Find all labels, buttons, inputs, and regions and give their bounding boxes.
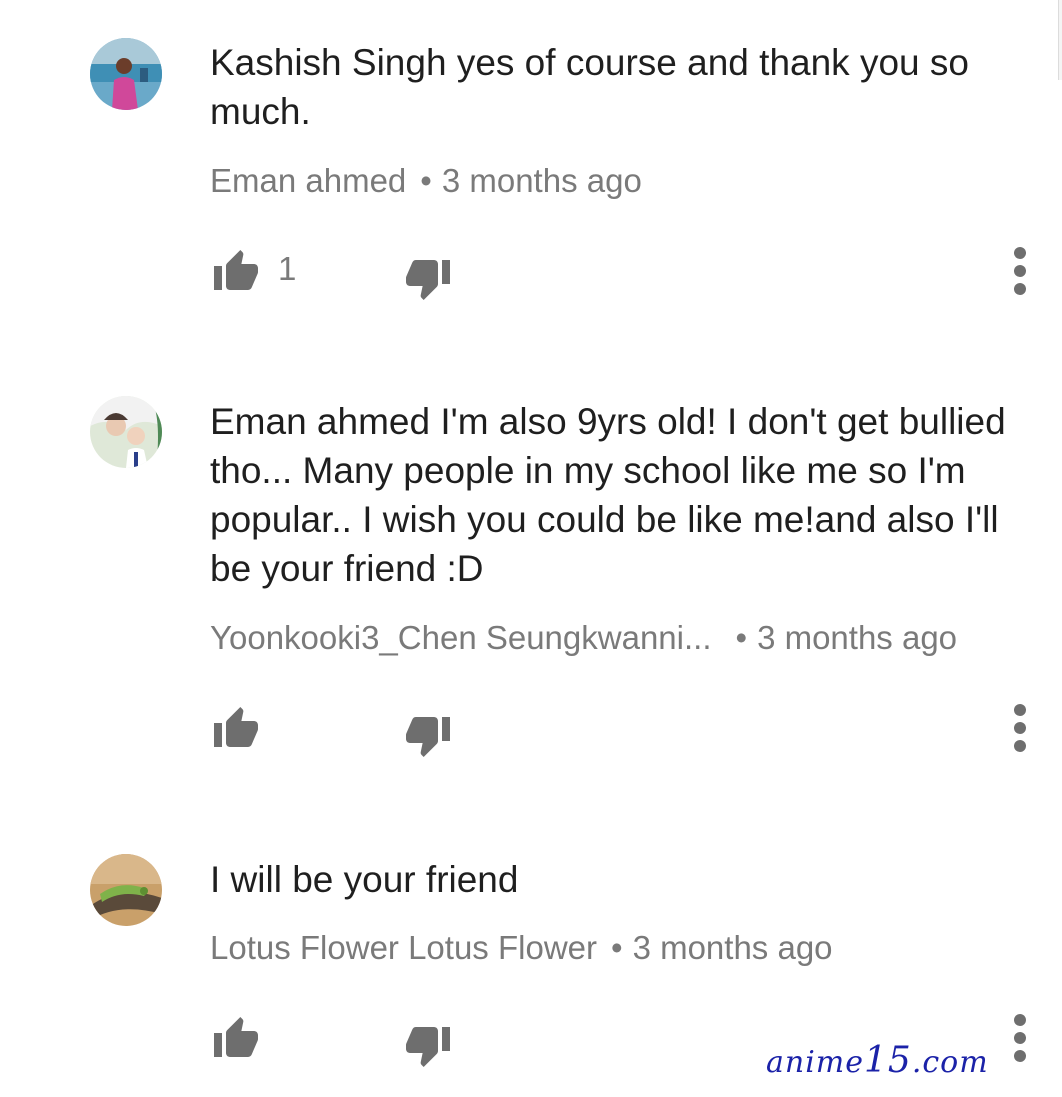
like-button[interactable] — [210, 705, 262, 753]
comment-meta: Yoonkooki3_Chen Seungkwanni... • 3 months … — [210, 618, 957, 658]
watermark-suffix: .com — [911, 1045, 989, 1080]
avatar[interactable] — [90, 854, 162, 926]
meta-separator: • — [611, 929, 623, 966]
dislike-button[interactable] — [402, 1021, 454, 1069]
comment-author[interactable]: Lotus Flower Lotus Flower — [210, 929, 597, 966]
thumb-down-icon — [406, 1027, 450, 1067]
comment-actions — [0, 704, 1062, 765]
like-button[interactable] — [210, 1015, 262, 1063]
comment-time: 3 months ago — [757, 619, 958, 656]
like-count: 1 — [278, 250, 297, 287]
avatar[interactable] — [90, 396, 162, 468]
more-vert-icon — [1014, 1014, 1026, 1062]
dislike-button[interactable] — [402, 711, 454, 759]
comment-author[interactable]: Eman ahmed — [210, 162, 406, 199]
watermark: anime15.com — [766, 1040, 989, 1081]
avatar[interactable] — [90, 38, 162, 110]
thumb-down-icon — [406, 260, 450, 300]
scrollbar[interactable] — [1058, 0, 1062, 80]
comment-meta: Lotus Flower Lotus Flower • 3 months ago — [210, 928, 833, 968]
thumb-up-icon — [214, 1017, 258, 1057]
comment-text: Kashish Singh yes of course and thank yo… — [210, 42, 969, 132]
like-button[interactable] — [210, 248, 262, 296]
comment-thread: Kashish Singh yes of course and thank yo… — [0, 0, 1062, 1097]
more-vert-icon — [1014, 704, 1026, 752]
more-options-button[interactable] — [1003, 701, 1037, 755]
thumb-down-icon — [406, 717, 450, 757]
dislike-button[interactable] — [402, 254, 454, 302]
comment-time: 3 months ago — [441, 162, 642, 199]
more-options-button[interactable] — [1003, 244, 1037, 298]
more-options-button[interactable] — [1003, 1011, 1037, 1065]
comment-meta: Eman ahmed • 3 months ago — [210, 161, 642, 201]
watermark-prefix: anime — [766, 1045, 865, 1080]
comment-text: I will be your friend — [210, 859, 519, 900]
comment-author[interactable]: Yoonkooki3_Chen Seungkwanni... — [210, 619, 712, 656]
thumb-up-icon — [214, 250, 258, 290]
comment-time: 3 months ago — [632, 929, 833, 966]
meta-separator: • — [735, 619, 748, 656]
watermark-number: 15 — [864, 1040, 912, 1081]
comment-text: Eman ahmed I'm also 9yrs old! I don't ge… — [210, 401, 1006, 589]
more-vert-icon — [1014, 247, 1026, 295]
meta-separator: • — [420, 162, 432, 199]
thumb-up-icon — [214, 707, 258, 747]
comment-actions: 1 — [0, 247, 1062, 308]
